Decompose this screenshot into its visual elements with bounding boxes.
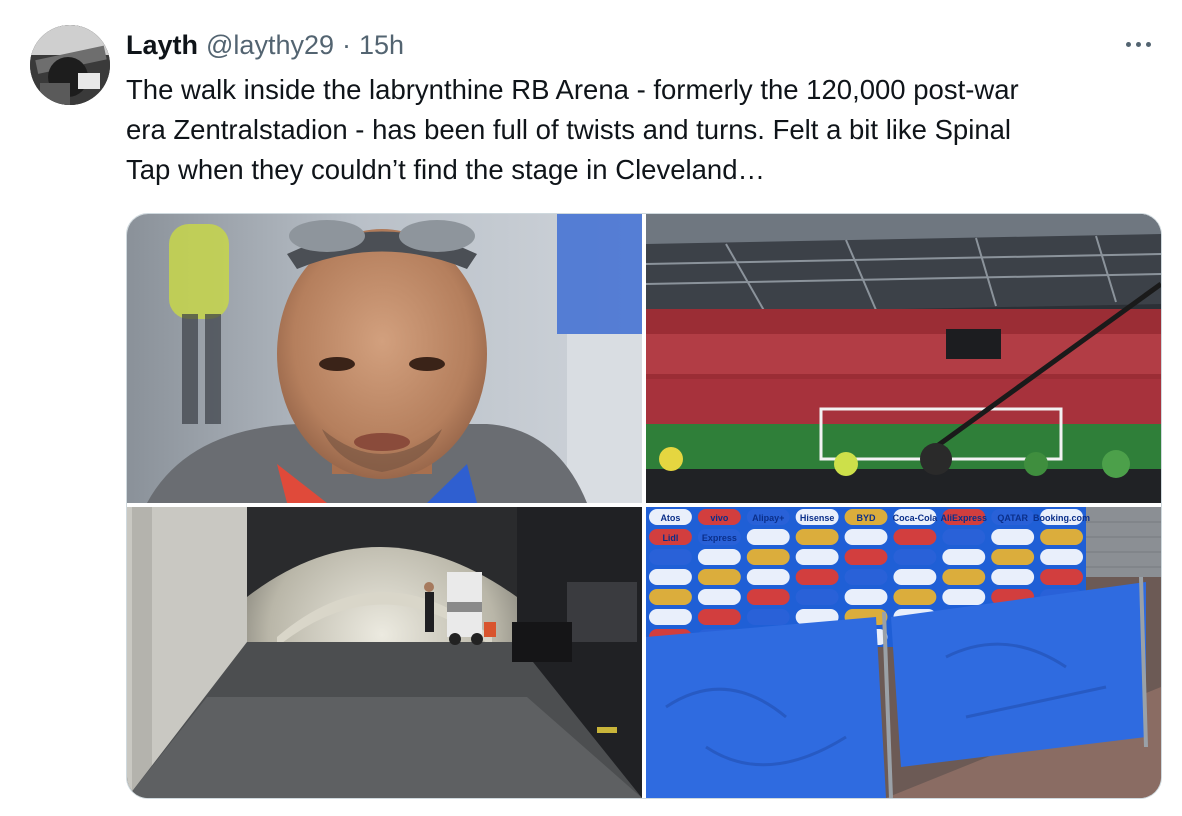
sponsor-logo-tile: [1040, 549, 1083, 565]
sponsor-logo-tile: [649, 549, 692, 565]
sponsor-logo-label: vivo: [710, 513, 729, 523]
tunnel-photo[interactable]: [127, 507, 642, 798]
sponsor-logo-tile: [893, 549, 937, 565]
sponsor-logo-tile: [844, 589, 888, 605]
sponsor-logo-tile: [746, 549, 790, 565]
sponsor-logo-tile: [746, 569, 790, 585]
sponsor-logo-tile: [893, 529, 937, 545]
tweet-timestamp[interactable]: 15h: [359, 28, 404, 62]
sponsor-logo-label: Alipay+: [752, 513, 784, 523]
sponsor-logo-tile: [649, 569, 692, 585]
sponsor-logo-tile: [942, 529, 986, 545]
sponsor-logo-tile: [649, 609, 692, 625]
sponsor-logo-tile: [649, 589, 692, 605]
sponsor-logo-tile: [893, 589, 937, 605]
sponsor-logo-label: BYD: [856, 513, 876, 523]
separator-dot: ·: [342, 30, 351, 60]
sponsor-logo-tile: [991, 569, 1035, 585]
sponsor-logo-label: Coca-Cola: [893, 513, 939, 523]
tweet-text: The walk inside the labrynthine RB Arena…: [126, 70, 1156, 190]
sponsor-logo-label: Atos: [660, 513, 680, 523]
author-avatar[interactable]: [30, 25, 110, 105]
sponsor-logo-tile: [991, 549, 1035, 565]
stadium-photo[interactable]: [646, 214, 1161, 503]
media-grid: Atos vivo Alipay+ Hisense BYD Coca-Cola AliExp…: [126, 213, 1162, 799]
sponsor-logo-tile: [795, 589, 839, 605]
sponsor-logo-tile: [942, 569, 986, 585]
sponsor-logo-label: Booking.com: [1033, 513, 1090, 523]
sponsor-logo-tile: [795, 529, 839, 545]
more-horizontal-icon[interactable]: [1120, 30, 1156, 58]
tweet-text-line: era Zentralstadion - has been full of tw…: [126, 114, 1012, 145]
tweet-text-line: Tap when they couldn’t find the stage in…: [126, 154, 766, 185]
sponsor-logo-tile: [697, 589, 741, 605]
sponsor-logo-tile: [746, 609, 790, 625]
tweet: Layth @laythy29 · 15h The walk inside th…: [0, 0, 1182, 816]
sponsor-logo-tile: [844, 529, 888, 545]
author-name[interactable]: Layth: [126, 28, 198, 62]
sponsor-logo-tile: [991, 529, 1035, 545]
sponsor-logo-label: Lidl: [662, 533, 678, 543]
sponsor-logo-label: AliExpress: [941, 513, 988, 523]
sponsor-logo-tile: [795, 549, 839, 565]
sponsor-logo-label: Express: [702, 533, 737, 543]
sponsor-logo-tile: [697, 609, 741, 625]
sponsor-board-photo[interactable]: Atos vivo Alipay+ Hisense BYD Coca-Cola AliExp…: [646, 507, 1161, 798]
sponsor-logo-tile: [844, 569, 888, 585]
sponsor-logo-tile: [844, 549, 888, 565]
tweet-text-line: The walk inside the labrynthine RB Arena…: [126, 74, 1019, 105]
sponsor-logo-tile: [697, 569, 741, 585]
sponsor-logo-tile: [893, 569, 937, 585]
tweet-header: Layth @laythy29 · 15h: [126, 28, 404, 62]
selfie-photo[interactable]: [127, 214, 642, 503]
sponsor-logo-tile: [697, 549, 741, 565]
sponsor-logo-tile: [942, 549, 986, 565]
sponsor-logo-label: Hisense: [800, 513, 835, 523]
sponsor-logo-tile: [746, 529, 790, 545]
sponsor-logo-tile: [795, 569, 839, 585]
sponsor-logo-tile: [1040, 569, 1083, 585]
sponsor-logo-tile: [746, 589, 790, 605]
sponsor-logo-tile: [1040, 529, 1083, 545]
sponsor-logo-label: QATAR: [997, 513, 1028, 523]
sponsor-logo-tile: [942, 589, 986, 605]
author-handle[interactable]: @laythy29: [206, 28, 334, 62]
